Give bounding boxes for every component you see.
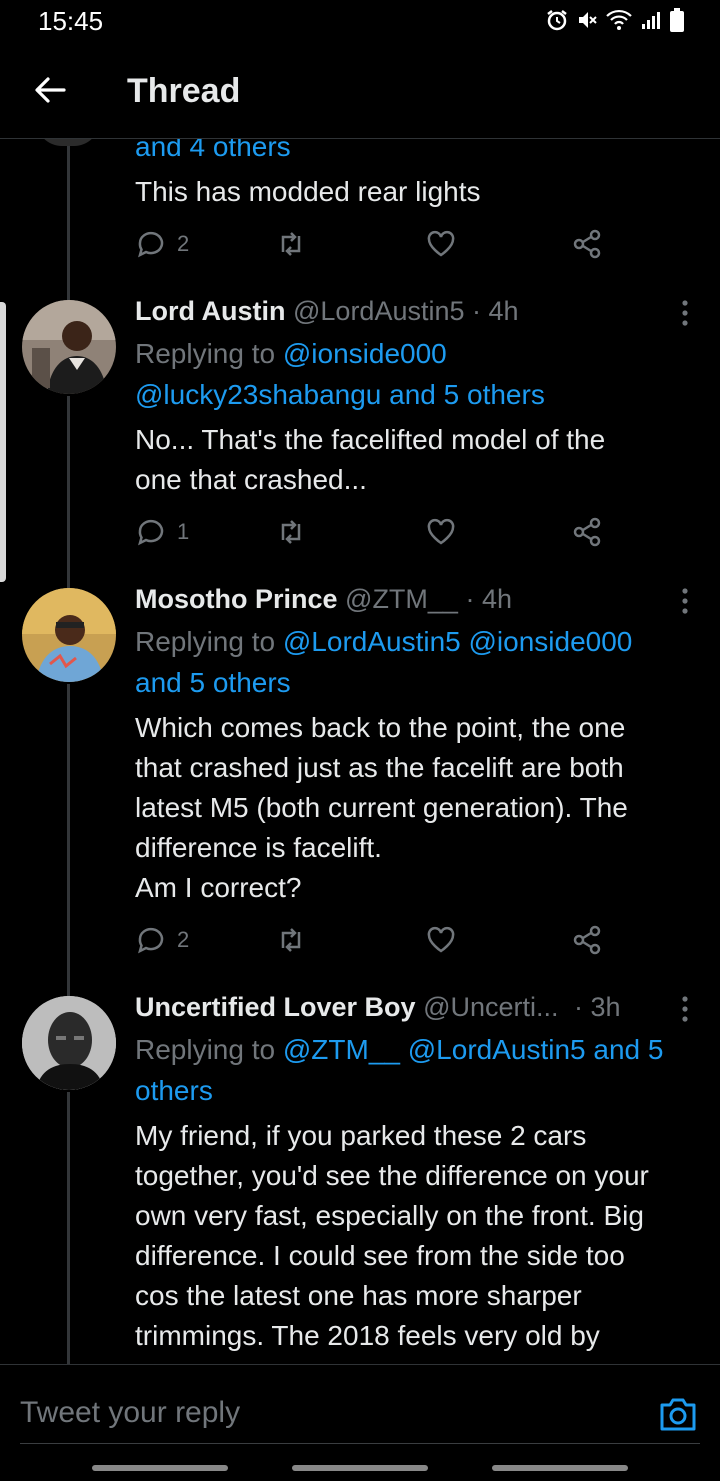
reply-icon xyxy=(138,927,164,954)
thread-line xyxy=(67,1092,70,1364)
tweet-text-line: one that crashed... xyxy=(135,464,367,495)
heart-icon xyxy=(427,518,455,545)
reply-icon xyxy=(138,519,164,546)
replying-prefix: Replying to xyxy=(135,1034,276,1065)
back-arrow-icon[interactable] xyxy=(30,70,70,110)
share-button[interactable] xyxy=(571,512,603,552)
camera-icon[interactable] xyxy=(657,1393,699,1435)
mention-link[interactable]: @ZTM__ @LordAustin5 and 5 xyxy=(283,1034,664,1065)
tweet-text-line: trimmings. The 2018 feels very old by xyxy=(135,1320,600,1351)
tweet-text-line: difference is facelift. xyxy=(135,832,382,863)
reply-count: 1 xyxy=(177,519,190,544)
author-name[interactable]: Lord Austin xyxy=(135,296,285,326)
wifi-icon xyxy=(606,9,632,30)
replying-prefix: Replying to xyxy=(135,338,276,369)
nav-gesture-bar[interactable] xyxy=(92,1465,228,1471)
tweet-author-line[interactable]: Lord Austin @LordAustin5 · 4h xyxy=(135,296,519,327)
author-name[interactable]: Uncertified Lover Boy xyxy=(135,992,416,1022)
reply-button[interactable]: 1 xyxy=(135,512,189,552)
battery-icon xyxy=(670,8,684,32)
replying-to: Replying to @ionside000 @lucky23shabangu… xyxy=(135,333,705,415)
status-icons xyxy=(546,8,684,32)
mention-link[interactable]: @LordAustin5 @ionside000 xyxy=(283,626,633,657)
alarm-icon xyxy=(547,10,567,31)
reply-input[interactable] xyxy=(20,1391,620,1435)
partial-tweet-actions: 2 xyxy=(135,224,615,264)
author-handle[interactable]: @Uncerti... xyxy=(423,992,558,1022)
tweet-time: · 3h xyxy=(574,992,621,1022)
tweet-text: My friend, if you parked these 2 cars to… xyxy=(135,1116,705,1356)
more-options-icon[interactable] xyxy=(676,586,694,616)
nav-gesture-bar[interactable] xyxy=(492,1465,628,1471)
tweet-time: · 4h xyxy=(465,584,512,614)
edge-panel-handle[interactable] xyxy=(0,302,6,582)
tweet-actions: 1 xyxy=(135,512,615,552)
tweet-author-line[interactable]: Uncertified Lover Boy @Uncerti... · 3h xyxy=(135,992,621,1023)
like-button[interactable] xyxy=(425,920,457,960)
avatar[interactable] xyxy=(22,996,116,1090)
retweet-button[interactable] xyxy=(275,920,307,960)
retweet-icon xyxy=(281,232,301,256)
tweet-text-line: that crashed just as the facelift are bo… xyxy=(135,752,624,783)
thread-line xyxy=(67,140,70,300)
replying-to: Replying to @LordAustin5 @ionside000 and… xyxy=(135,621,705,703)
thread-header: Thread xyxy=(0,42,720,139)
like-button[interactable] xyxy=(425,512,457,552)
nav-gesture-bar[interactable] xyxy=(292,1465,428,1471)
avatar[interactable] xyxy=(22,588,116,682)
share-icon xyxy=(573,925,601,955)
signal-icon xyxy=(642,12,660,29)
mute-icon xyxy=(579,12,597,28)
more-options-icon[interactable] xyxy=(676,298,694,328)
tweet-text-line: cos the latest one has more sharper xyxy=(135,1280,582,1311)
tweet-actions: 2 xyxy=(135,920,615,960)
tweet-text: Which comes back to the point, the one t… xyxy=(135,708,705,908)
avatar[interactable] xyxy=(22,300,116,394)
share-icon xyxy=(573,229,601,259)
more-options-icon[interactable] xyxy=(676,994,694,1024)
tweet-time: · 4h xyxy=(472,296,519,326)
author-name[interactable]: Mosotho Prince xyxy=(135,584,338,614)
retweet-button[interactable] xyxy=(275,512,307,552)
tweet-text-line: own very fast, especially on the front. … xyxy=(135,1200,644,1231)
tweet-text-line: Am I correct? xyxy=(135,872,302,903)
tweet-text-line: difference. I could see from the side to… xyxy=(135,1240,625,1271)
tweet-author-line[interactable]: Mosotho Prince @ZTM__ · 4h xyxy=(135,584,512,615)
tweet-text-line: latest M5 (both current generation). The xyxy=(135,792,628,823)
thread-line xyxy=(67,396,70,588)
mention-link[interactable]: others xyxy=(135,1075,213,1106)
share-button[interactable] xyxy=(571,224,603,264)
author-handle[interactable]: @ZTM__ xyxy=(345,584,458,614)
thread-line xyxy=(67,684,70,996)
page-title: Thread xyxy=(127,72,241,110)
share-icon xyxy=(573,517,601,547)
mention-link[interactable]: @ionside000 xyxy=(283,338,447,369)
tweet-text-line: No... That's the facelifted model of the xyxy=(135,424,606,455)
share-button[interactable] xyxy=(571,920,603,960)
retweet-icon xyxy=(281,520,301,544)
replying-to: Replying to @ZTM__ @LordAustin5 and 5 ot… xyxy=(135,1029,705,1111)
reply-button[interactable]: 2 xyxy=(135,224,189,264)
replying-prefix: Replying to xyxy=(135,626,276,657)
heart-icon xyxy=(427,230,455,257)
reply-button[interactable]: 2 xyxy=(135,920,189,960)
like-button[interactable] xyxy=(425,224,457,264)
tweet-text-line: My friend, if you parked these 2 cars xyxy=(135,1120,587,1151)
author-handle[interactable]: @LordAustin5 xyxy=(293,296,465,326)
heart-icon xyxy=(427,926,455,953)
divider xyxy=(20,1443,700,1444)
reply-icon xyxy=(138,231,164,258)
tweet-text-line: together, you'd see the difference on yo… xyxy=(135,1160,649,1191)
tweet-text: No... That's the facelifted model of the… xyxy=(135,420,705,500)
retweet-button[interactable] xyxy=(275,224,307,264)
reply-count: 2 xyxy=(177,231,190,256)
retweet-icon xyxy=(281,928,301,952)
partial-tweet-text: This has modded rear lights xyxy=(135,176,481,207)
mention-link[interactable]: and 5 others xyxy=(135,667,291,698)
mention-link[interactable]: @lucky23shabangu and 5 others xyxy=(135,379,545,410)
status-time: 15:45 xyxy=(38,6,104,36)
reply-composer xyxy=(0,1364,720,1481)
reply-count: 2 xyxy=(177,927,190,952)
tweet-text-line: Which comes back to the point, the one xyxy=(135,712,626,743)
